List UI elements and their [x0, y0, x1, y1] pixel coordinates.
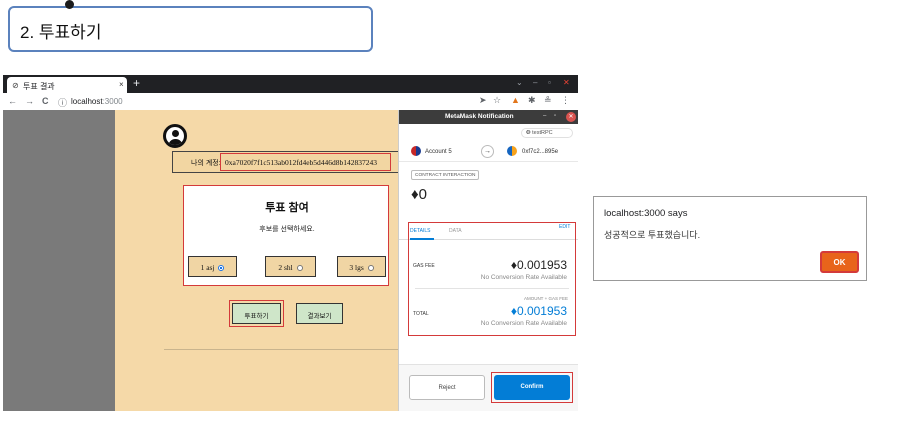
network-badge[interactable]: ❂ testRPC [521, 128, 573, 138]
mm-maximize-icon[interactable]: ▫ [554, 113, 556, 119]
alert-title: localhost:3000 says [604, 208, 688, 219]
globe-icon: ⊘ [12, 81, 19, 90]
alert-message: 성공적으로 투표했습니다. [604, 230, 701, 240]
radio-icon[interactable] [367, 265, 374, 272]
minimize-icon[interactable]: – [533, 78, 537, 87]
candidate-option-1[interactable]: 1 asj [188, 256, 237, 277]
url-host: localhost [71, 97, 103, 106]
profile-icon[interactable]: ≗ [544, 95, 552, 106]
vote-button[interactable]: 투표하기 [232, 303, 281, 324]
vote-subtitle: 후보를 선택하세요. [259, 226, 315, 233]
new-tab-button[interactable]: + [133, 76, 140, 90]
radio-selected-icon[interactable] [218, 265, 225, 272]
avatar-body [168, 139, 183, 145]
results-button[interactable]: 결과보기 [296, 303, 343, 324]
user-avatar-icon [163, 124, 187, 148]
menu-icon[interactable]: ⋮ [561, 95, 570, 106]
url-port: :3000 [102, 97, 123, 106]
tab-bar: ⊘ 투표 결과 × + ⌄ – ▫ ✕ [3, 75, 578, 93]
account-label: 나의 계정: [191, 160, 221, 167]
radio-icon[interactable] [296, 265, 303, 272]
confirm-button[interactable]: Confirm [494, 375, 570, 400]
maximize-icon[interactable]: ▫ [548, 78, 551, 87]
candidate-label: 2 shl [278, 263, 293, 272]
to-account[interactable]: 0xf7c2...895e [522, 149, 558, 155]
arrow-right-icon: → [481, 145, 494, 158]
tab-search-icon[interactable]: ⌄ [516, 78, 523, 87]
transaction-value: ♦0 [411, 186, 427, 203]
alert-dialog: localhost:3000 says 성공적으로 투표했습니다. OK [593, 196, 867, 281]
candidate-option-3[interactable]: 3 lgs [337, 256, 386, 277]
mm-minimize-icon[interactable]: – [543, 113, 546, 119]
candidate-label: 3 lgs [349, 263, 364, 272]
address-bar: ← → C ⓘ localhost:3000 ➤ ☆ ▲ ✱ ≗ ⋮ [3, 93, 578, 110]
tab-title: 투표 결과 [23, 82, 55, 91]
account-transfer-row: Account 5 → 0xf7c2...895e [399, 142, 578, 162]
star-icon[interactable]: ☆ [493, 95, 501, 106]
step-title: 2. 투표하기 [20, 23, 102, 42]
reload-icon[interactable]: C [42, 96, 49, 106]
metamask-title: MetaMask Notification [445, 113, 514, 120]
account-address: 0xa7020f7f1c513ab012fd4eb5d446d8b1428372… [220, 153, 391, 171]
forward-icon[interactable]: → [25, 96, 34, 106]
back-icon[interactable]: ← [8, 96, 17, 106]
extensions-icon[interactable]: ✱ [528, 95, 536, 106]
close-window-icon[interactable]: ✕ [563, 78, 570, 87]
divider [164, 349, 407, 350]
fee-details-highlight [408, 222, 576, 336]
eth-icon: ♦ [411, 186, 419, 203]
from-account-identicon [411, 146, 421, 156]
mm-close-icon[interactable]: ✕ [566, 112, 576, 122]
metamask-titlebar: MetaMask Notification [399, 110, 578, 124]
left-margin-panel [3, 110, 115, 411]
from-account[interactable]: Account 5 [425, 149, 452, 155]
contract-interaction-badge: CONTRACT INTERACTION [411, 170, 480, 180]
tab-close-icon[interactable]: × [119, 80, 124, 89]
vote-card: 투표 참여 후보를 선택하세요. 1 asj 2 shl 3 lgs [183, 185, 389, 286]
network-name: testRPC [532, 130, 553, 136]
value-amount: 0 [418, 186, 427, 203]
candidate-label: 1 asj [200, 263, 215, 272]
vote-title: 투표 참여 [265, 202, 309, 214]
send-icon[interactable]: ➤ [479, 95, 487, 106]
candidate-option-2[interactable]: 2 shl [265, 256, 316, 277]
url-input[interactable]: localhost:3000 [71, 97, 123, 106]
step-marker-dot [65, 0, 74, 9]
to-account-identicon [507, 146, 517, 156]
avatar-head [172, 130, 179, 137]
reject-button[interactable]: Reject [409, 375, 485, 400]
site-info-icon[interactable]: ⓘ [58, 96, 67, 109]
browser-tab[interactable]: ⊘ 투표 결과 × [7, 77, 127, 93]
ok-button[interactable]: OK [820, 251, 859, 273]
metamask-fox-icon[interactable]: ▲ [511, 95, 520, 105]
